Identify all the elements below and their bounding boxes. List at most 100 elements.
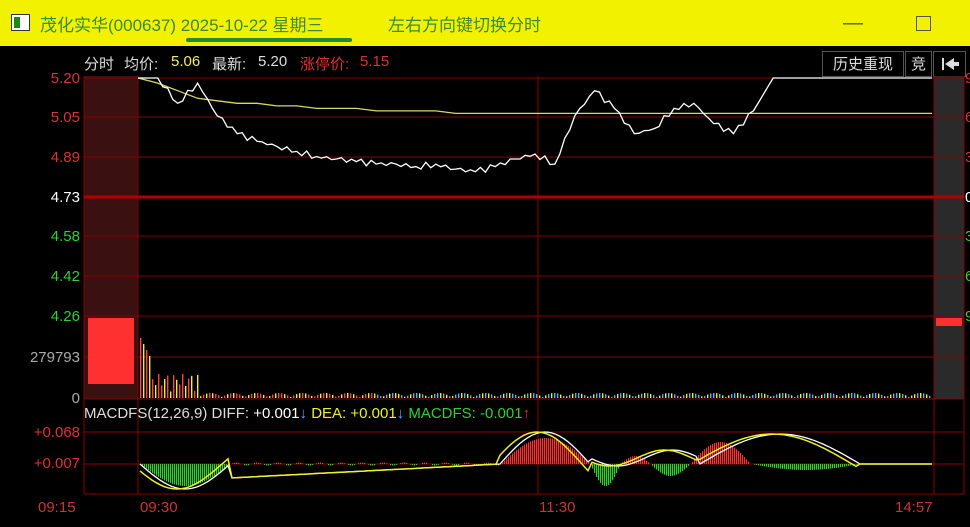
macd-bar	[836, 464, 838, 468]
volume-bar	[593, 394, 595, 398]
macd-bar	[170, 464, 172, 484]
macd-bar	[222, 464, 224, 471]
macd-legend: MACDFS(12,26,9) DIFF: +0.001↓ DEA: +0.00…	[84, 405, 530, 422]
macd-bar	[382, 462, 384, 464]
macd-bar	[536, 439, 538, 464]
volume-bar	[380, 396, 382, 398]
volume-bar	[485, 393, 487, 398]
volume-bar	[800, 393, 802, 398]
macd-bar	[448, 463, 450, 464]
macd-bar	[444, 462, 446, 464]
macd-bar	[610, 464, 612, 484]
macd-bar	[834, 464, 836, 469]
volume-bar	[587, 396, 589, 398]
volume-bar	[164, 379, 166, 398]
macd-bar	[746, 459, 748, 464]
macd-bar	[392, 464, 394, 466]
volume-bar	[266, 396, 268, 398]
volume-bar	[287, 395, 289, 398]
volume-bar	[821, 394, 823, 398]
volume-bar	[599, 393, 601, 398]
macd-bar	[716, 442, 718, 464]
macd-bar	[848, 464, 850, 467]
macd-bar	[794, 464, 796, 470]
volume-bar	[167, 375, 169, 398]
macd-bar	[760, 464, 762, 466]
volume-bar	[881, 394, 883, 398]
price-tick: 4.26	[50, 308, 80, 325]
macd-bar	[598, 464, 600, 481]
macd-bar	[306, 464, 308, 465]
macd-bar	[166, 464, 168, 482]
volume-bar	[449, 396, 451, 398]
macd-bar	[436, 464, 438, 466]
macd-bar	[808, 464, 810, 470]
macd-bar	[182, 464, 184, 486]
volume-bar	[245, 396, 247, 398]
volume-bar	[650, 393, 652, 398]
macd-bar	[410, 464, 412, 465]
macd-bar	[198, 464, 200, 484]
macd-bar	[438, 464, 440, 465]
macd-bar	[788, 464, 790, 470]
volume-bar	[326, 393, 328, 398]
macd-bar	[506, 458, 508, 464]
volume-bar	[194, 390, 196, 398]
volume-bar	[746, 395, 748, 398]
volume-bar	[536, 394, 538, 398]
macd-bar	[594, 464, 596, 473]
volume-bar	[734, 393, 736, 398]
macd-bar	[776, 464, 778, 469]
volume-bar	[674, 394, 676, 398]
volume-bar	[773, 395, 775, 398]
macd-bar	[522, 445, 524, 464]
macd-bar	[786, 464, 788, 470]
macd-bar	[164, 464, 166, 481]
macd-bar	[844, 464, 846, 467]
macd-bar	[322, 462, 324, 464]
macd-bar	[600, 464, 602, 484]
volume-bar	[392, 393, 394, 398]
macd-bar	[810, 464, 812, 470]
volume-bar	[827, 393, 829, 398]
volume-bar	[719, 394, 721, 398]
volume-bar	[692, 393, 694, 398]
volume-bar	[716, 393, 718, 398]
macd-bar	[738, 451, 740, 464]
volume-bar	[407, 395, 409, 398]
volume-bar	[665, 393, 667, 398]
volume-bar	[794, 396, 796, 398]
volume-bar	[491, 394, 493, 398]
macd-bar	[796, 464, 798, 470]
volume-bar	[203, 394, 205, 398]
macd-bar	[454, 464, 456, 466]
macd-bar	[168, 464, 170, 483]
macd-bar	[232, 463, 234, 464]
volume-bar	[635, 396, 637, 398]
volume-bar	[335, 396, 337, 398]
volume-bar	[641, 393, 643, 398]
macd-bar	[344, 463, 346, 464]
volume-bar	[614, 395, 616, 398]
volume-bar	[815, 396, 817, 398]
volume-bar	[788, 394, 790, 398]
volume-bar	[686, 393, 688, 398]
volume-bar	[197, 374, 199, 398]
volume-bar	[869, 393, 871, 398]
macd-bar	[766, 464, 768, 467]
volume-bar	[797, 395, 799, 398]
volume-bar	[848, 393, 850, 398]
volume-bar	[185, 385, 187, 398]
macd-bar	[734, 447, 736, 464]
volume-bar	[284, 394, 286, 398]
volume-bar	[542, 396, 544, 398]
macd-bar	[280, 462, 282, 464]
volume-bar	[521, 395, 523, 398]
macd-bar	[156, 464, 158, 476]
macd-bar	[484, 463, 486, 464]
volume-bar	[401, 395, 403, 398]
volume-bar	[188, 378, 190, 398]
macd-bar	[556, 439, 558, 464]
volume-bar	[743, 394, 745, 398]
volume-bar	[623, 393, 625, 398]
